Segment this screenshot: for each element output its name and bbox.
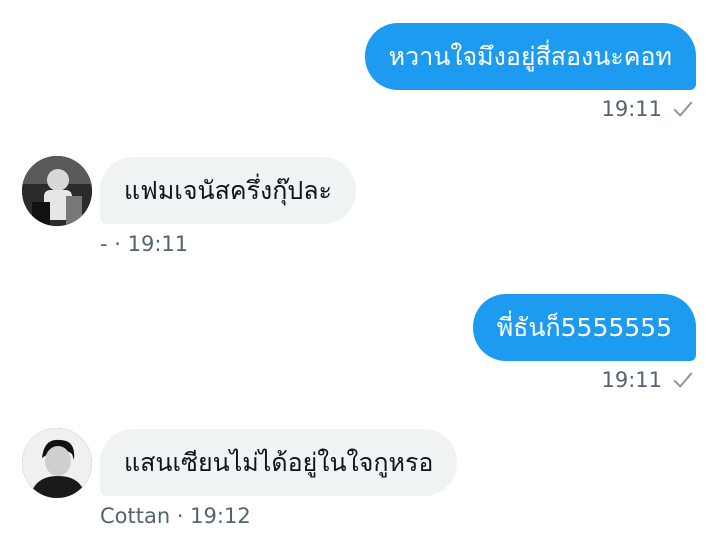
incoming-message-bubble[interactable]: แสนเซียนไม่ได้อยู่ในใจกูหรอ (100, 429, 458, 496)
message-text: แสนเซียนไม่ได้อยู่ในใจกูหรอ (124, 447, 434, 477)
check-icon (673, 101, 693, 117)
message-time: 19:11 (601, 97, 662, 121)
avatar-photo-icon (22, 156, 92, 226)
check-icon (673, 372, 693, 388)
message-text: แฟมเจนัสครึ่งกุ๊ปละ (124, 175, 332, 205)
message-time: 19:11 (601, 368, 662, 392)
avatar-photo-icon (22, 428, 92, 498)
message-meta: 19:11 (601, 97, 694, 121)
message-text: พี่ธันก็5555555 (496, 312, 672, 342)
outgoing-message-bubble[interactable]: พี่ธันก็5555555 (472, 294, 696, 361)
avatar[interactable] (22, 428, 92, 498)
message-meta: - · 19:11 (100, 232, 189, 256)
message-meta: Cottan · 19:12 (100, 504, 251, 528)
outgoing-message-bubble[interactable]: หวานใจมึงอยู่สี่สองนะคอท (364, 23, 696, 90)
incoming-message-bubble[interactable]: แฟมเจนัสครึ่งกุ๊ปละ (100, 157, 356, 224)
message-text: หวานใจมึงอยู่สี่สองนะคอท (388, 41, 672, 71)
avatar[interactable] (22, 156, 92, 226)
message-meta: 19:11 (601, 368, 694, 392)
